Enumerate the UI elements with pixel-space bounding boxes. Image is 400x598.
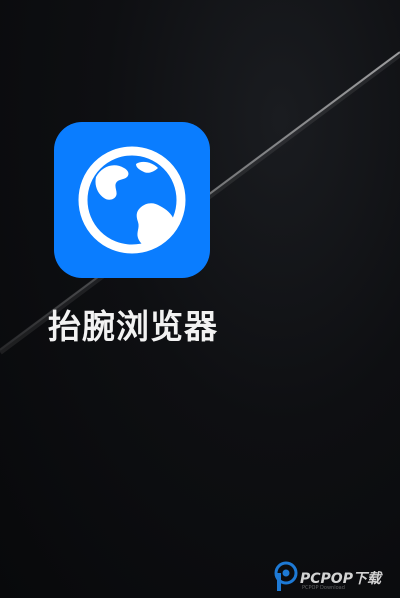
app-shortcut-taiwan-browser[interactable]: 抬腕浏览器 — [40, 120, 226, 350]
globe-icon — [78, 146, 186, 254]
app-label: 抬腕浏览器 — [48, 307, 218, 346]
browser-app-icon[interactable] — [54, 122, 210, 278]
pcpop-logo-icon — [274, 561, 298, 591]
pcpop-watermark: PCPOP下载 PCPOP Download — [274, 560, 398, 594]
watermark-subtitle: PCPOP Download — [302, 585, 345, 591]
